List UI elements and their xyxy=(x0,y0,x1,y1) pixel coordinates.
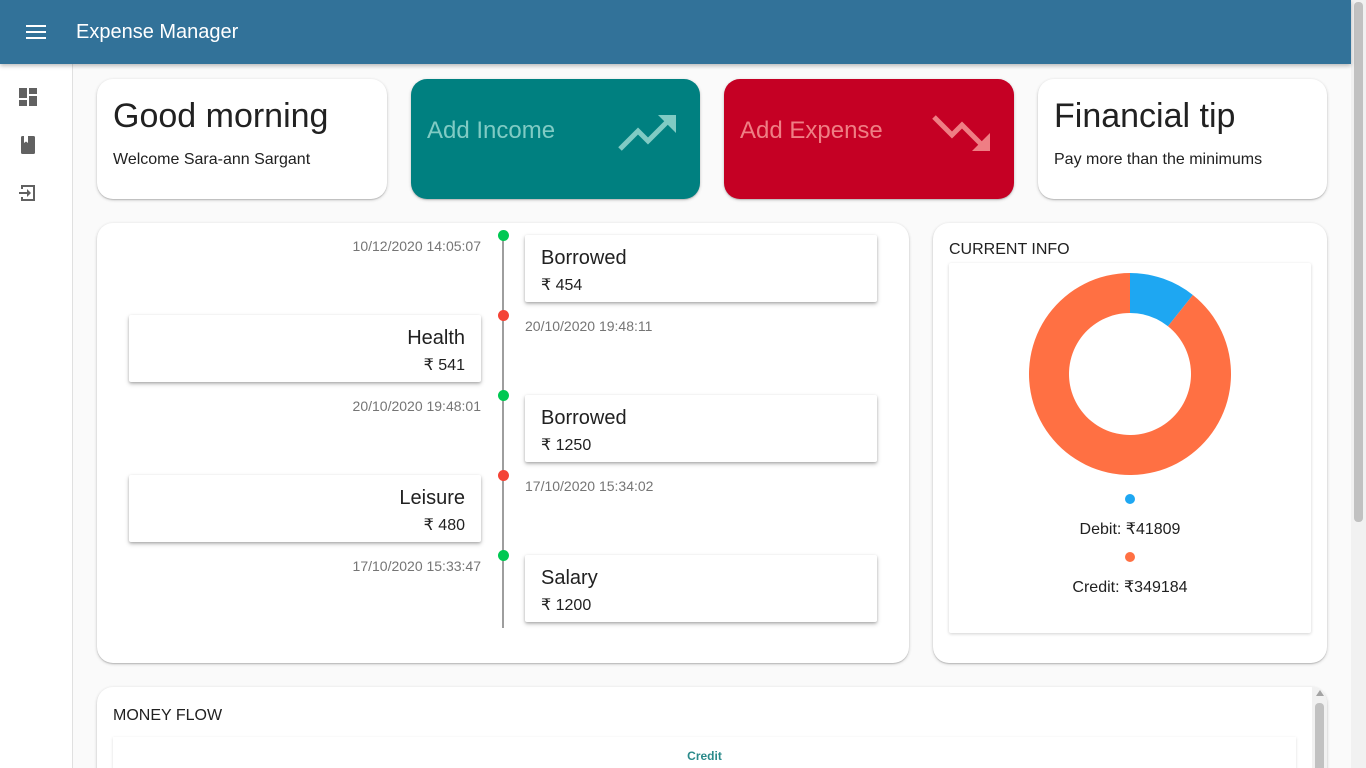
donut-slice-credit[interactable] xyxy=(1029,273,1231,475)
timeline-entry[interactable]: Salary ₹ 1200 xyxy=(525,555,877,622)
menu-icon xyxy=(26,25,46,39)
drawer-item-book[interactable] xyxy=(16,133,40,157)
timeline-date: 10/12/2020 14:05:07 xyxy=(352,238,481,254)
money-flow-legend: Credit xyxy=(687,749,722,763)
money-flow-chart: Credit xyxy=(113,737,1296,768)
book-icon xyxy=(21,136,35,154)
money-flow-scrollbar-thumb[interactable] xyxy=(1315,703,1324,768)
timeline-date: 20/10/2020 19:48:11 xyxy=(525,318,653,334)
entry-category: Health xyxy=(407,327,465,349)
chart-panel: Debit: ₹41809 Credit: ₹349184 xyxy=(949,263,1311,633)
current-info-card: CURRENT INFO Debit: ₹41809 Credit: ₹3491… xyxy=(933,223,1327,663)
timeline-date: 20/10/2020 19:48:01 xyxy=(352,398,481,414)
timeline-dot xyxy=(498,470,509,481)
add-expense-label: Add Expense xyxy=(740,117,883,144)
app-bar: Expense Manager xyxy=(0,0,1351,64)
drawer-item-logout[interactable] xyxy=(16,181,40,205)
drawer-item-dashboard[interactable] xyxy=(16,85,40,109)
add-income-label: Add Income xyxy=(427,117,556,144)
donut-chart xyxy=(1029,273,1231,475)
timeline-date: 17/10/2020 15:34:02 xyxy=(525,478,654,494)
entry-amount: ₹ 454 xyxy=(541,277,583,294)
scroll-up-arrow-icon[interactable] xyxy=(1316,690,1324,696)
money-flow-card: MONEY FLOW Credit xyxy=(97,687,1327,768)
timeline-dot xyxy=(498,550,509,561)
timeline-line xyxy=(502,236,504,628)
legend-label-debit: Debit: ₹41809 xyxy=(1079,521,1181,538)
entry-category: Borrowed xyxy=(541,407,627,429)
greeting-title: Good morning xyxy=(113,97,329,135)
entry-amount: ₹ 541 xyxy=(423,357,465,374)
tip-title: Financial tip xyxy=(1054,97,1236,135)
greeting-subtitle: Welcome Sara-ann Sargant xyxy=(113,151,311,168)
entry-category: Borrowed xyxy=(541,247,627,269)
money-flow-scrollbar[interactable] xyxy=(1312,687,1327,768)
timeline-entry[interactable]: Health ₹ 541 xyxy=(129,315,481,382)
legend-label-credit: Credit: ₹349184 xyxy=(1072,579,1188,596)
greeting-card: Good morning Welcome Sara-ann Sargant xyxy=(97,79,387,199)
current-info-title: CURRENT INFO xyxy=(949,241,1070,258)
trending-up-icon xyxy=(618,115,676,151)
timeline-entry[interactable]: Borrowed ₹ 1250 xyxy=(525,395,877,462)
timeline-dot xyxy=(498,390,509,401)
timeline-dot xyxy=(498,310,509,321)
legend-dot-debit xyxy=(1125,494,1135,504)
side-drawer xyxy=(0,64,73,768)
entry-category: Salary xyxy=(541,567,598,589)
page-scrollbar[interactable] xyxy=(1351,0,1366,768)
legend-dot-credit xyxy=(1125,552,1135,562)
dashboard-icon xyxy=(19,88,37,106)
trending-down-icon xyxy=(932,115,990,151)
tip-text: Pay more than the minimums xyxy=(1054,151,1263,168)
timeline-entry[interactable]: Borrowed ₹ 454 xyxy=(525,235,877,302)
financial-tip-card: Financial tip Pay more than the minimums xyxy=(1038,79,1327,199)
logout-icon xyxy=(19,185,35,201)
entry-amount: ₹ 1250 xyxy=(541,437,592,454)
app-title: Expense Manager xyxy=(76,20,239,43)
money-flow-title: MONEY FLOW xyxy=(113,707,223,724)
add-income-button[interactable]: Add Income xyxy=(411,79,700,199)
timeline-entry[interactable]: Leisure ₹ 480 xyxy=(129,475,481,542)
entry-amount: ₹ 1200 xyxy=(541,597,592,614)
timeline-dot xyxy=(498,230,509,241)
menu-button[interactable] xyxy=(0,0,72,64)
add-expense-button[interactable]: Add Expense xyxy=(724,79,1014,199)
entry-category: Leisure xyxy=(399,487,465,509)
timeline-date: 17/10/2020 15:33:47 xyxy=(352,558,481,574)
entry-amount: ₹ 480 xyxy=(423,517,465,534)
page-scrollbar-thumb[interactable] xyxy=(1354,2,1363,522)
